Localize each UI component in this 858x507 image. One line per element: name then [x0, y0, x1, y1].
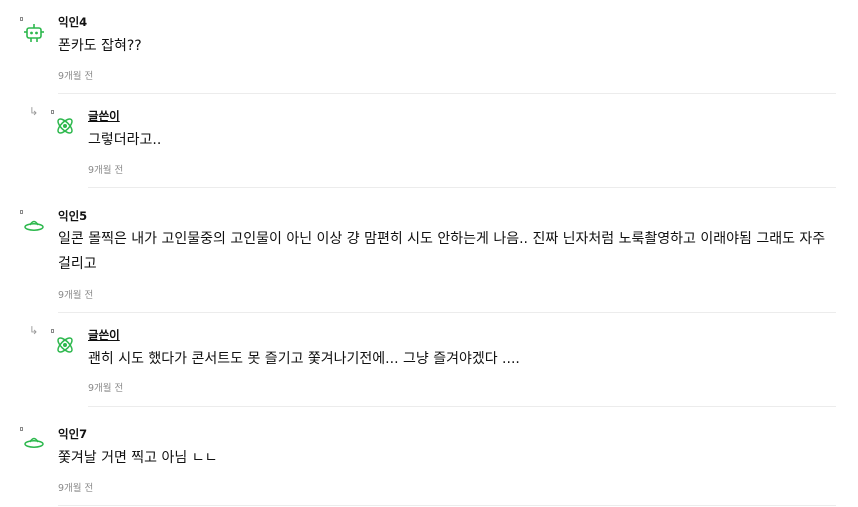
divider	[58, 93, 836, 94]
comment-reply: ↳ 글쓴이 그렇더라고.. 9개월 전	[0, 95, 858, 190]
comment-text: 폰카도 잡혀??	[58, 38, 142, 54]
robot-icon	[24, 24, 44, 42]
comment-author[interactable]: 익인7	[58, 426, 87, 442]
avatar-badge	[20, 17, 23, 21]
avatar-badge	[20, 210, 23, 214]
comment: 익인4 폰카도 잡혀?? 9개월 전	[0, 0, 858, 95]
comment: 익인5 일콘 몰찍은 내가 고인물중의 고인물이 아닌 이상 걍 맘편히 시도 …	[0, 190, 858, 313]
comment-text: 일콘 몰찍은 내가 고인물중의 고인물이 아닌 이상 걍 맘편히 시도 안하는게…	[58, 231, 826, 272]
comment-time: 9개월 전	[58, 71, 94, 82]
divider	[58, 505, 836, 506]
comment-time: 9개월 전	[58, 290, 94, 301]
divider	[88, 406, 836, 407]
avatar-badge	[20, 427, 23, 431]
ufo-icon	[24, 437, 44, 448]
comment-text: 괜히 시도 했다가 콘서트도 못 즐기고 쫓겨나기전에... 그냥 즐겨야겠다 …	[88, 351, 520, 367]
comment-reply: ↳ 글쓴이 괜히 시도 했다가 콘서트도 못 즐기고 쫓겨나기전에... 그냥 …	[0, 313, 858, 408]
ufo-icon	[24, 220, 44, 231]
comment-author[interactable]: 익인5	[58, 208, 87, 224]
reply-arrow-icon: ↳	[29, 324, 39, 337]
comment-author[interactable]: 익인4	[58, 14, 87, 30]
reply-arrow-icon: ↳	[29, 105, 39, 118]
comment: 익인7 쫓겨날 거면 찍고 아님 ㄴㄴ 9개월 전	[0, 408, 858, 507]
comment-time: 9개월 전	[88, 383, 124, 394]
atom-icon	[57, 337, 73, 353]
divider	[88, 187, 836, 188]
comment-author[interactable]: 글쓴이	[88, 327, 120, 343]
avatar-badge	[51, 110, 54, 114]
atom-icon	[57, 118, 73, 134]
comment-text: 쫓겨날 거면 찍고 아님 ㄴㄴ	[58, 450, 218, 466]
avatar-badge	[51, 329, 54, 333]
comment-time: 9개월 전	[58, 483, 94, 494]
comment-author[interactable]: 글쓴이	[88, 108, 120, 124]
comment-time: 9개월 전	[88, 165, 124, 176]
comment-text: 그렇더라고..	[88, 132, 162, 148]
